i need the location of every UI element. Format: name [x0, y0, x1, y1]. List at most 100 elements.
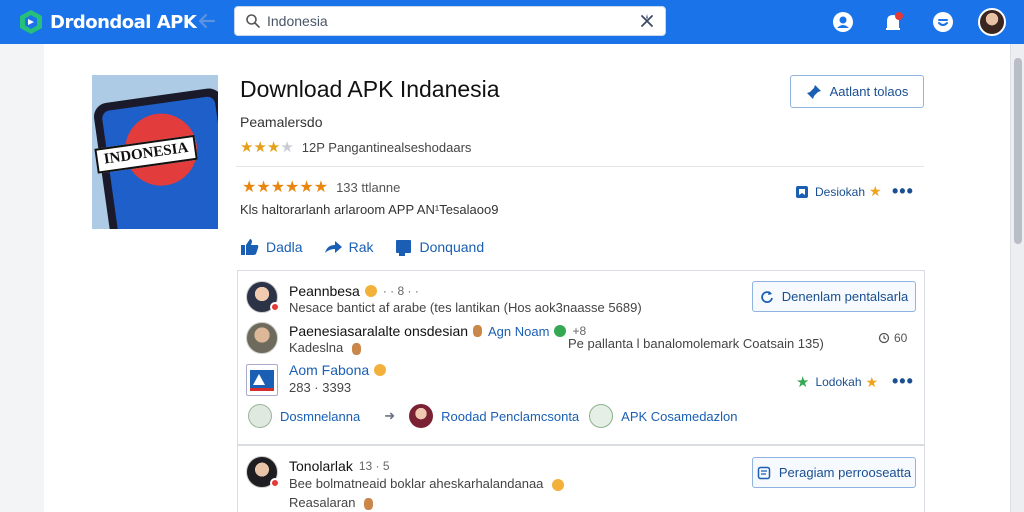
rating-detail: ★★★★★★ 133 ttlanne [242, 177, 400, 197]
app-image: INDONESIA [92, 75, 218, 229]
phone-illustration: INDONESIA [92, 86, 218, 229]
reply-button-label: Denenlam pentalsarla [781, 289, 909, 304]
reply-button-label: Peragiam perrooseatta [778, 465, 912, 480]
comment-author[interactable]: Tonolarlak 13 · 5 [289, 458, 390, 474]
refresh-icon [760, 290, 773, 303]
comment-text: Nesace bantict af arabe (tes lantikan (H… [289, 300, 642, 315]
comment-text: Kadeslna [289, 340, 361, 355]
related-link-source[interactable]: Dosmnelanna [248, 404, 360, 428]
green-star-icon: ★ [796, 374, 810, 391]
organization-logo-icon [250, 370, 274, 391]
related-links: Dosmnelanna ➜ Roodad Penclamcsonta APK C… [248, 404, 748, 428]
star-icon: ★ [865, 373, 879, 390]
more-options-icon[interactable]: ••• [892, 371, 914, 392]
chat-icon [933, 12, 953, 32]
related-link-label: APK Cosamedazlon [621, 408, 738, 424]
comment-text: Bee bolmatneaid boklar aheskarhalandanaa [289, 476, 565, 491]
like-button[interactable]: Dadla [240, 237, 303, 257]
emoji-icon [351, 342, 361, 355]
scrollbar-thumb[interactable] [1014, 58, 1022, 244]
app-developer[interactable]: Peamalersdo [240, 114, 323, 130]
comment-text-value: Bee bolmatneaid boklar aheskarhalandanaa [289, 476, 544, 491]
divider [236, 166, 924, 167]
comment-author[interactable]: Paenesiasaralalte onsdesian Agn Noam +8 [289, 323, 586, 339]
download-label: Donquand [419, 239, 485, 255]
bookmark-button[interactable]: Desiokah ★ [795, 183, 882, 200]
bookmark-label: Desiokah [815, 184, 866, 199]
related-link-label: Dosmnelanna [280, 408, 361, 424]
top-actions [828, 7, 1006, 37]
comment-text: Reasalaran [289, 495, 374, 510]
chat-button[interactable] [928, 7, 958, 37]
emoji-icon [364, 285, 377, 297]
thumbs-up-icon [241, 239, 259, 255]
status-badge [270, 478, 280, 488]
comment-text-value: Kadeslna [289, 340, 344, 355]
account-button[interactable] [828, 7, 858, 37]
arrow-right-icon: ➜ [384, 408, 396, 423]
app-title: Download APK Indanesia [240, 76, 500, 102]
logo-mark-icon [20, 10, 42, 34]
search-icon [246, 14, 260, 28]
rating-summary: ★★★★ 12P Pangantinealseshodaars [240, 138, 471, 156]
rating-summary-text: 12P Pangantinealseshodaars [301, 139, 472, 155]
comment-meta: 13 · 5 [358, 459, 390, 473]
comment-author-name: Peannbesa [289, 283, 360, 299]
emoji-icon [364, 497, 374, 510]
comment-text-value: Reasalaran [289, 495, 356, 510]
notifications-button[interactable] [878, 7, 908, 37]
search-bar[interactable] [234, 6, 666, 36]
mention-tag[interactable]: Agn Noam [488, 324, 549, 339]
comment-author-name: Aom Fabona [289, 362, 370, 378]
comment-author-name: Tonolarlak [289, 458, 353, 474]
scrollbar[interactable] [1010, 44, 1024, 512]
emoji-icon [473, 325, 483, 337]
search-input[interactable] [267, 13, 639, 29]
install-button-label: Aatlant tolaos [829, 84, 909, 99]
share-arrow-icon [324, 241, 342, 253]
like-label: Dadla [266, 239, 303, 255]
message-icon [757, 466, 771, 479]
clear-search-icon[interactable] [639, 13, 655, 29]
bookmark-icon [796, 185, 808, 198]
avatar[interactable] [246, 364, 278, 396]
top-bar: Drdondoal APK [0, 0, 1024, 44]
clock-icon [878, 332, 890, 344]
status-badge [270, 302, 280, 312]
more-options-icon[interactable]: ••• [892, 181, 914, 202]
back-arrow-icon[interactable] [196, 10, 218, 32]
comment-meta: · · 8 · · [382, 284, 419, 298]
download-button[interactable]: Donquand [394, 237, 485, 257]
user-avatar[interactable] [978, 8, 1006, 36]
related-link-label: Roodad Penclamcsonta [441, 408, 580, 424]
logo[interactable]: Drdondoal APK [18, 9, 197, 35]
reply-button[interactable]: Peragiam perrooseatta [752, 457, 916, 488]
pin-icon [806, 84, 821, 99]
comment-author[interactable]: Aom Fabona [289, 362, 387, 378]
account-icon [833, 12, 853, 32]
install-button[interactable]: Aatlant tolaos [790, 75, 924, 108]
rating-count: 133 ttlanne [336, 179, 401, 195]
avatar [409, 404, 434, 428]
apk-icon [589, 404, 614, 428]
related-link-item[interactable]: APK Cosamedazlon [589, 404, 738, 428]
emoji-icon [554, 325, 567, 337]
reply-button[interactable]: Denenlam pentalsarla [752, 281, 916, 312]
related-link-item[interactable]: Roodad Penclamcsonta [409, 404, 579, 428]
avatar[interactable] [246, 322, 278, 354]
group-icon [248, 404, 272, 428]
rating-stars-icon: ★★★★ [240, 139, 294, 156]
comment-author-name: Paenesiasaralalte onsdesian [289, 323, 469, 339]
app-actions: Dadla Rak Donquand [240, 237, 504, 257]
app-description: Kls haltorarlanh arlaroom APP AN¹Tesalao… [240, 202, 499, 217]
comment-timestamp-text: Pe pallanta l banalomolemark Coatsain 13… [568, 336, 824, 351]
timestamp-value: 60 [894, 331, 908, 345]
star-icon: ★ [869, 183, 882, 199]
logo-text: Drdondoal APK [50, 11, 197, 33]
comment-author[interactable]: Peannbesa · · 8 · · [289, 283, 419, 299]
bookmark-button[interactable]: ★ Lodokah ★ [796, 373, 879, 392]
bookmark-label: Lodokah [815, 375, 862, 389]
rating-stars-full-icon: ★★★★★★ [242, 179, 329, 196]
share-button[interactable]: Rak [323, 237, 374, 257]
download-icon [395, 240, 411, 256]
